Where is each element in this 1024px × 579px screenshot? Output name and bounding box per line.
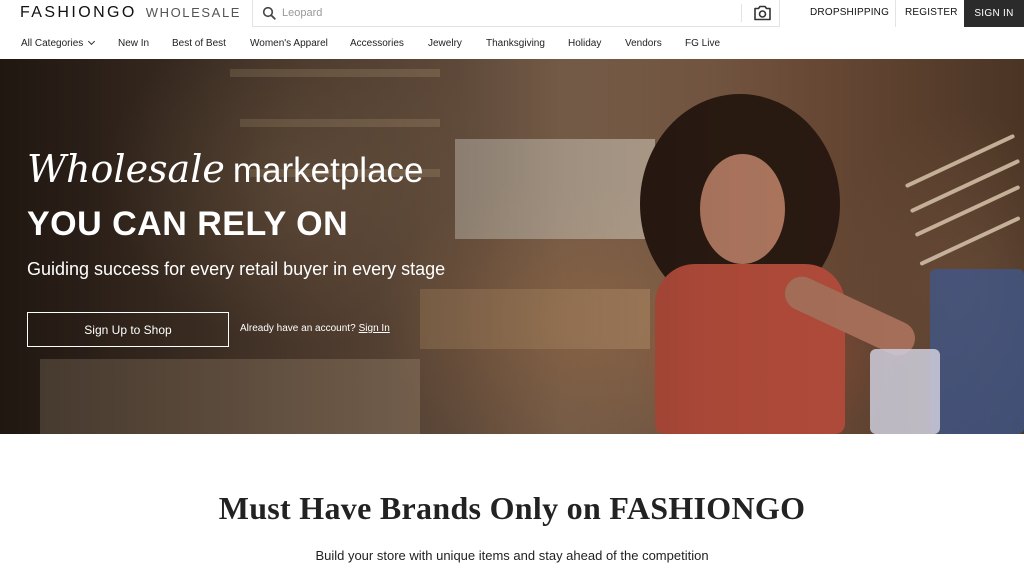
hero-banner: Wholesale marketplace YOU CAN RELY ON Gui… <box>0 59 1024 434</box>
section-title: Must Have Brands Only on FASHIONGO <box>218 490 806 526</box>
nav-item-new-in[interactable]: New In <box>118 38 149 49</box>
nav-item-holiday[interactable]: Holiday <box>568 38 601 49</box>
sign-up-to-shop-button[interactable]: Sign Up to Shop <box>27 312 229 347</box>
nav-item-jewelry[interactable]: Jewelry <box>428 38 462 49</box>
hero-subtitle: Guiding success for every retail buyer i… <box>27 259 446 279</box>
nav-item-womens-apparel[interactable]: Women's Apparel <box>250 38 328 49</box>
dropshipping-link[interactable]: DROPSHIPPING <box>810 7 889 18</box>
nav-item-accessories[interactable]: Accessories <box>350 38 404 49</box>
nav-item-thanksgiving[interactable]: Thanksgiving <box>486 38 545 49</box>
logo-main-text: FASHIONGO <box>20 4 137 21</box>
hero-title-italic: Wholesale <box>27 147 225 191</box>
fashiongo-logo[interactable]: FASHIONGO WHOLESALE <box>20 4 241 24</box>
nav-item-vendors[interactable]: Vendors <box>625 38 662 49</box>
camera-icon[interactable] <box>753 4 772 22</box>
category-nav: All Categories New In Best of Best Women… <box>0 27 1024 59</box>
search-divider <box>741 4 742 22</box>
nav-item-best-of-best[interactable]: Best of Best <box>172 38 226 49</box>
search-bar <box>252 0 780 27</box>
top-header: FASHIONGO WHOLESALE DROPSHIPPING REGISTE… <box>0 0 1024 27</box>
hero-title-plain: marketplace <box>232 151 424 190</box>
section-subtitle: Build your store with unique items and s… <box>315 548 709 563</box>
nav-item-all-categories[interactable]: All Categories <box>21 37 96 49</box>
hero-headline: YOU CAN RELY ON <box>27 205 349 243</box>
hero-title: Wholesale marketplace <box>27 147 424 191</box>
hero-sign-in-link[interactable]: Sign In <box>359 323 390 334</box>
chevron-down-icon <box>88 37 96 46</box>
account-prompt: Already have an account? Sign In <box>240 323 390 334</box>
register-link[interactable]: REGISTER <box>905 7 958 18</box>
nav-item-fg-live[interactable]: FG Live <box>685 38 720 49</box>
header-divider <box>895 0 896 27</box>
sign-in-button[interactable]: SIGN IN <box>964 0 1024 27</box>
nav-item-label: All Categories <box>21 38 84 49</box>
hero-overlay <box>0 59 1024 434</box>
logo-sub-text: WHOLESALE <box>145 5 242 20</box>
search-input[interactable] <box>282 4 722 22</box>
account-prompt-text: Already have an account? <box>240 323 356 334</box>
search-icon[interactable] <box>262 6 276 20</box>
